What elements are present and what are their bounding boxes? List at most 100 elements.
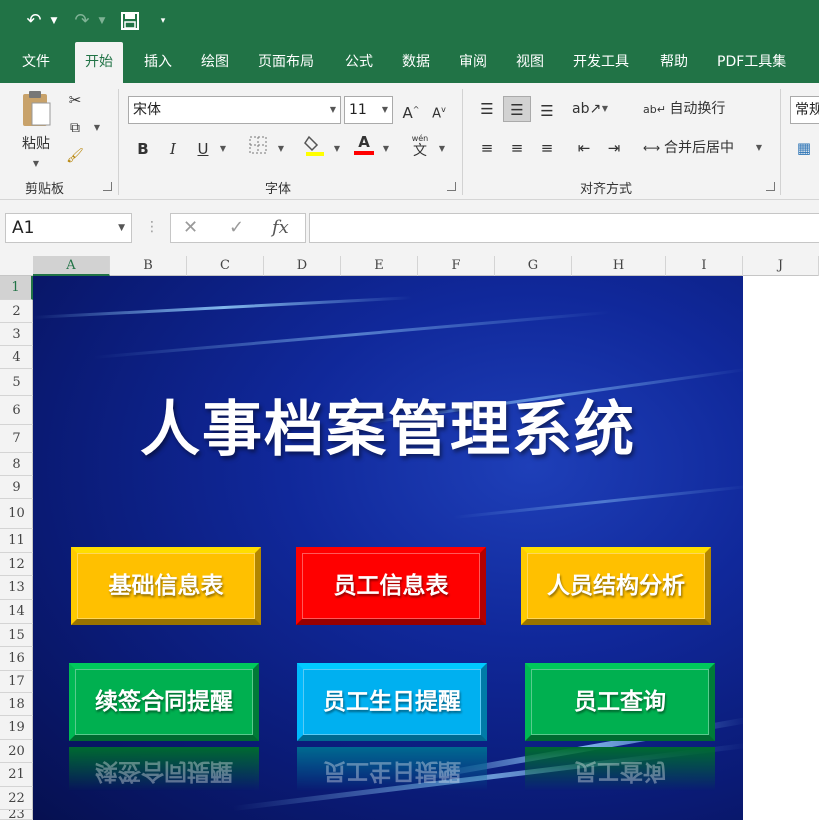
redo-dropdown-icon[interactable]: ▼ bbox=[96, 9, 108, 33]
cancel-icon[interactable]: ✕ bbox=[183, 214, 198, 242]
font-launcher-icon[interactable] bbox=[447, 182, 456, 191]
tab-data[interactable]: 数据 bbox=[392, 42, 440, 83]
row-header-3[interactable]: 3 bbox=[0, 323, 33, 346]
fill-color-icon[interactable] bbox=[303, 133, 327, 159]
column-header-a[interactable]: A bbox=[33, 256, 110, 276]
tab-home[interactable]: 开始 bbox=[75, 42, 123, 83]
staff-structure-analysis-button[interactable]: 人员结构分析 bbox=[521, 547, 711, 625]
cut-icon[interactable]: ✂ bbox=[64, 87, 86, 113]
row-header-17[interactable]: 17 bbox=[0, 671, 33, 693]
decrease-font-size-button[interactable]: Av bbox=[428, 97, 450, 123]
fill-color-dropdown-icon[interactable]: ▼ bbox=[332, 136, 342, 162]
row-header-6[interactable]: 6 bbox=[0, 396, 33, 425]
row-header-22[interactable]: 22 bbox=[0, 787, 33, 810]
row-header-2[interactable]: 2 bbox=[0, 300, 33, 323]
tab-view[interactable]: 视图 bbox=[506, 42, 554, 83]
underline-dropdown-icon[interactable]: ▼ bbox=[218, 136, 228, 162]
row-header-23[interactable]: 23 bbox=[0, 810, 33, 820]
row-header-9[interactable]: 9 bbox=[0, 476, 33, 499]
column-header-e[interactable]: E bbox=[341, 256, 418, 276]
column-header-g[interactable]: G bbox=[495, 256, 572, 276]
row-header-12[interactable]: 12 bbox=[0, 553, 33, 576]
row-header-10[interactable]: 10 bbox=[0, 499, 33, 529]
redo-icon[interactable]: ↷ bbox=[70, 9, 94, 33]
row-header-14[interactable]: 14 bbox=[0, 600, 33, 624]
insert-function-icon[interactable]: fx bbox=[272, 214, 289, 242]
font-name-select[interactable]: 宋体 ▼ bbox=[128, 96, 341, 124]
tab-page-layout[interactable]: 页面布局 bbox=[248, 42, 324, 83]
orientation-icon[interactable]: ab↗ bbox=[572, 96, 601, 122]
copy-dropdown-icon[interactable]: ▼ bbox=[92, 115, 102, 141]
contract-renewal-reminder-button[interactable]: 续签合同提醒 bbox=[69, 663, 259, 741]
italic-button[interactable]: I bbox=[162, 136, 184, 162]
enter-icon[interactable]: ✓ bbox=[229, 214, 244, 242]
clipboard-launcher-icon[interactable] bbox=[103, 182, 112, 191]
row-header-13[interactable]: 13 bbox=[0, 576, 33, 600]
row-header-21[interactable]: 21 bbox=[0, 763, 33, 787]
row-header-16[interactable]: 16 bbox=[0, 647, 33, 671]
tab-insert[interactable]: 插入 bbox=[134, 42, 182, 83]
tab-file[interactable]: 文件 bbox=[12, 42, 60, 83]
save-icon[interactable] bbox=[118, 9, 142, 33]
increase-font-size-button[interactable]: A^ bbox=[400, 97, 422, 123]
column-header-j[interactable]: J bbox=[743, 256, 819, 276]
basic-info-table-button[interactable]: 基础信息表 bbox=[71, 547, 261, 625]
row-header-19[interactable]: 19 bbox=[0, 716, 33, 740]
column-header-h[interactable]: H bbox=[572, 256, 666, 276]
row-header-15[interactable]: 15 bbox=[0, 624, 33, 647]
employee-query-button[interactable]: 员工查询 bbox=[525, 663, 715, 741]
copy-icon[interactable]: ⧉ bbox=[64, 115, 86, 141]
wrap-text-button[interactable]: ab↵ 自动换行 bbox=[643, 96, 725, 122]
borders-dropdown-icon[interactable]: ▼ bbox=[276, 136, 286, 162]
merge-center-button[interactable]: ⟷ 合并后居中 bbox=[643, 135, 765, 161]
employee-birthday-reminder-button[interactable]: 员工生日提醒 bbox=[297, 663, 487, 741]
row-header-8[interactable]: 8 bbox=[0, 453, 33, 476]
underline-button[interactable]: U bbox=[192, 136, 214, 162]
row-header-20[interactable]: 20 bbox=[0, 740, 33, 763]
tab-help[interactable]: 帮助 bbox=[650, 42, 698, 83]
font-color-dropdown-icon[interactable]: ▼ bbox=[381, 136, 391, 162]
number-format-select[interactable]: 常规 bbox=[790, 96, 819, 124]
font-size-select[interactable]: 11 ▼ bbox=[344, 96, 393, 124]
row-header-5[interactable]: 5 bbox=[0, 369, 33, 396]
employee-info-table-button[interactable]: 员工信息表 bbox=[296, 547, 486, 625]
tab-pdf-tools[interactable]: PDF工具集 bbox=[707, 42, 796, 83]
column-header-i[interactable]: I bbox=[666, 256, 743, 276]
alignment-launcher-icon[interactable] bbox=[766, 182, 775, 191]
undo-icon[interactable]: ↶ bbox=[22, 9, 46, 33]
tab-review[interactable]: 审阅 bbox=[449, 42, 497, 83]
align-left-icon[interactable]: ≡ bbox=[474, 135, 500, 161]
align-middle-icon[interactable]: ☰ bbox=[503, 96, 531, 122]
column-header-c[interactable]: C bbox=[187, 256, 264, 276]
paste-dropdown-icon[interactable]: ▼ bbox=[30, 151, 42, 177]
column-header-d[interactable]: D bbox=[264, 256, 341, 276]
orientation-dropdown-icon[interactable]: ▼ bbox=[600, 96, 610, 122]
align-center-icon[interactable]: ≡ bbox=[504, 135, 530, 161]
row-header-18[interactable]: 18 bbox=[0, 693, 33, 716]
tab-formulas[interactable]: 公式 bbox=[335, 42, 383, 83]
name-box[interactable]: A1 ▼ bbox=[5, 213, 132, 243]
row-header-4[interactable]: 4 bbox=[0, 346, 33, 369]
paste-icon[interactable] bbox=[18, 89, 54, 133]
column-header-f[interactable]: F bbox=[418, 256, 495, 276]
column-header-b[interactable]: B bbox=[110, 256, 187, 276]
increase-indent-icon[interactable]: ⇥ bbox=[602, 135, 626, 161]
borders-icon[interactable] bbox=[246, 136, 270, 162]
tab-draw[interactable]: 绘图 bbox=[191, 42, 239, 83]
undo-dropdown-icon[interactable]: ▼ bbox=[48, 9, 60, 33]
align-bottom-icon[interactable]: ☰ bbox=[534, 98, 560, 124]
tab-developer[interactable]: 开发工具 bbox=[563, 42, 639, 83]
row-header-1[interactable]: 1 bbox=[0, 276, 33, 300]
decrease-indent-icon[interactable]: ⇤ bbox=[572, 135, 596, 161]
conditional-format-icon[interactable]: ▦ bbox=[792, 135, 816, 161]
align-right-icon[interactable]: ≡ bbox=[534, 135, 560, 161]
row-header-7[interactable]: 7 bbox=[0, 425, 33, 453]
row-header-11[interactable]: 11 bbox=[0, 529, 33, 553]
formula-input[interactable] bbox=[309, 213, 819, 243]
phonetic-dropdown-icon[interactable]: ▼ bbox=[437, 136, 447, 162]
align-top-icon[interactable]: ☰ bbox=[474, 96, 500, 122]
customize-quick-access-icon[interactable]: ▾ bbox=[156, 9, 170, 33]
phonetic-guide-button[interactable]: wén 文 bbox=[407, 133, 433, 159]
font-color-button[interactable]: A bbox=[352, 133, 376, 159]
format-painter-icon[interactable]: 🖌 bbox=[64, 143, 86, 169]
